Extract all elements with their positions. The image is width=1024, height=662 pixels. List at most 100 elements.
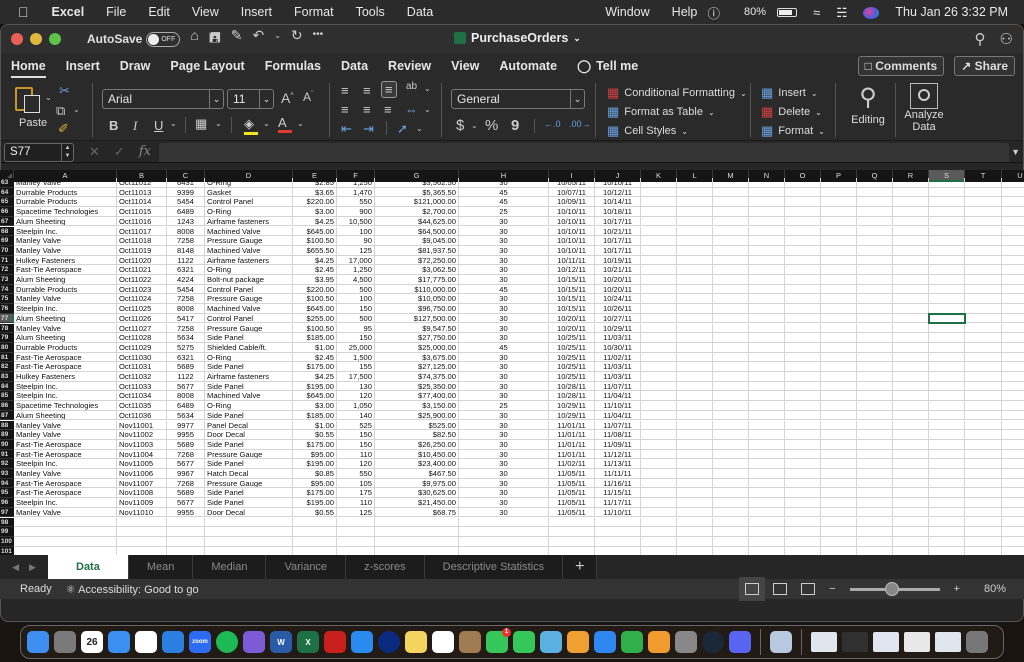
cell-s[interactable] — [929, 294, 965, 305]
cell-j[interactable]: 11/03/11 — [595, 372, 641, 382]
cell-t[interactable] — [965, 265, 1002, 275]
cell-t[interactable] — [965, 478, 1002, 489]
cell-n[interactable] — [749, 420, 785, 431]
cell-n[interactable] — [749, 265, 785, 275]
cell-l[interactable] — [677, 459, 713, 469]
cell-k[interactable] — [641, 449, 677, 460]
cell-a[interactable]: Fast-Tie Aerospace — [14, 362, 117, 372]
dock-preview-icon[interactable] — [770, 631, 792, 653]
cell-g[interactable]: $17,775.00 — [375, 275, 459, 285]
cell-g[interactable]: $2,700.00 — [375, 207, 459, 217]
dock-safari-icon[interactable] — [162, 631, 184, 653]
dock-steam-icon[interactable] — [702, 631, 724, 653]
cell-u[interactable] — [1002, 294, 1024, 305]
cell-s[interactable] — [929, 207, 965, 217]
cell-n[interactable] — [749, 187, 785, 198]
cell-k[interactable] — [641, 420, 677, 431]
row-header[interactable]: 70 — [0, 245, 14, 256]
cell-q[interactable] — [857, 372, 893, 382]
cell-r[interactable] — [893, 342, 929, 353]
spreadsheet-grid[interactable]: ABCDEFGHIJKLMNOPQRSTU 63 Manley Valve Oct1… — [0, 170, 1024, 580]
clock[interactable]: Thu Jan 26 3:32 PM — [887, 5, 1024, 19]
cell-e[interactable]: $95.00 — [293, 449, 337, 460]
row-header[interactable]: 78 — [0, 323, 14, 334]
delete-cells-button[interactable]: ▦ Delete ⌄ — [761, 104, 822, 120]
cell-d[interactable]: Pressure Gauge — [205, 294, 293, 305]
orientation-icon[interactable]: ➚ — [397, 121, 408, 137]
collaborate-icon[interactable]: ⚇ — [1000, 30, 1013, 48]
cell-b[interactable]: Oct11033 — [117, 381, 167, 392]
cell-c[interactable]: 7268 — [167, 449, 205, 460]
tab-formulas[interactable]: Formulas — [255, 53, 331, 79]
cell-g[interactable]: $467.50 — [375, 469, 459, 479]
cell-p[interactable] — [821, 323, 857, 334]
cell-d[interactable]: Control Panel — [205, 284, 293, 295]
cell-k[interactable] — [641, 226, 677, 237]
cell-f[interactable]: 175 — [337, 488, 375, 499]
battery-icon[interactable] — [777, 7, 798, 17]
cell-c[interactable]: 6431 — [167, 178, 205, 188]
cell-j[interactable]: 10/24/11 — [595, 294, 641, 305]
autosave-toggle[interactable]: AutoSave OFF — [87, 31, 181, 47]
cell-e[interactable]: $185.00 — [293, 410, 337, 421]
cell-s[interactable] — [929, 430, 965, 440]
cell-o[interactable] — [785, 420, 821, 431]
cell-a[interactable]: Manley Valve — [14, 323, 117, 334]
row-header[interactable]: 81 — [0, 352, 14, 363]
cell-d[interactable]: Bolt-nut package — [205, 275, 293, 285]
cell-b[interactable] — [117, 536, 167, 547]
cell-m[interactable] — [713, 536, 749, 547]
row-header[interactable]: 67 — [0, 216, 14, 227]
cell-u[interactable] — [1002, 421, 1024, 431]
cell-p[interactable] — [821, 459, 857, 469]
cell-c[interactable]: 5454 — [167, 284, 205, 295]
align-top-icon[interactable]: ≡ — [341, 83, 349, 98]
cell-n[interactable] — [749, 178, 785, 188]
cell-j[interactable]: 10/17/11 — [595, 216, 641, 227]
cell-d[interactable]: Side Panel — [205, 498, 293, 508]
cell-s[interactable] — [929, 178, 965, 188]
cell-f[interactable]: 1,050 — [337, 401, 375, 411]
cell-o[interactable] — [785, 498, 821, 508]
cell-q[interactable] — [857, 216, 893, 227]
cell-s[interactable] — [929, 469, 965, 479]
cell-r[interactable] — [893, 527, 929, 537]
cell-a[interactable]: Spacetime Technologies — [14, 207, 117, 217]
cell-g[interactable]: $25,350.00 — [375, 381, 459, 392]
cell-u[interactable] — [1002, 333, 1024, 343]
cell-c[interactable]: 9977 — [167, 420, 205, 431]
cell-i[interactable]: 11/01/11 — [549, 439, 595, 450]
cell-s[interactable] — [929, 517, 965, 528]
cell-b[interactable]: Oct11012 — [117, 178, 167, 188]
cell-h[interactable]: 30 — [459, 410, 549, 421]
cell-l[interactable] — [677, 478, 713, 489]
cell-r[interactable] — [893, 449, 929, 460]
cell-b[interactable]: Nov11007 — [117, 478, 167, 489]
format-as-table-button[interactable]: ▦ Format as Table ⌄ — [607, 104, 715, 120]
cell-n[interactable] — [749, 323, 785, 334]
cell-i[interactable]: 10/25/11 — [549, 352, 595, 363]
cell-k[interactable] — [641, 313, 677, 324]
cell-b[interactable]: Oct11027 — [117, 323, 167, 334]
tab-review[interactable]: Review — [378, 53, 441, 79]
cell-d[interactable]: Side Panel — [205, 439, 293, 450]
cell-r[interactable] — [893, 255, 929, 266]
cell-f[interactable]: 17,000 — [337, 255, 375, 266]
underline-dropdown-icon[interactable]: ⌄ — [170, 119, 177, 128]
cell-n[interactable] — [749, 469, 785, 479]
cell-o[interactable] — [785, 352, 821, 363]
cell-t[interactable] — [965, 517, 1002, 528]
cell-t[interactable] — [965, 391, 1002, 402]
cell-u[interactable] — [1002, 450, 1024, 460]
cell-a[interactable]: Manley Valve — [14, 507, 117, 518]
menu-edit[interactable]: Edit — [137, 5, 181, 19]
cell-n[interactable] — [749, 372, 785, 382]
cell-o[interactable] — [785, 187, 821, 198]
cell-e[interactable] — [293, 536, 337, 547]
cell-q[interactable] — [857, 362, 893, 372]
cell-u[interactable] — [1002, 430, 1024, 440]
row-header[interactable]: 99 — [0, 527, 14, 537]
cell-a[interactable] — [14, 517, 117, 528]
cell-r[interactable] — [893, 391, 929, 402]
cell-t[interactable] — [965, 420, 1002, 431]
